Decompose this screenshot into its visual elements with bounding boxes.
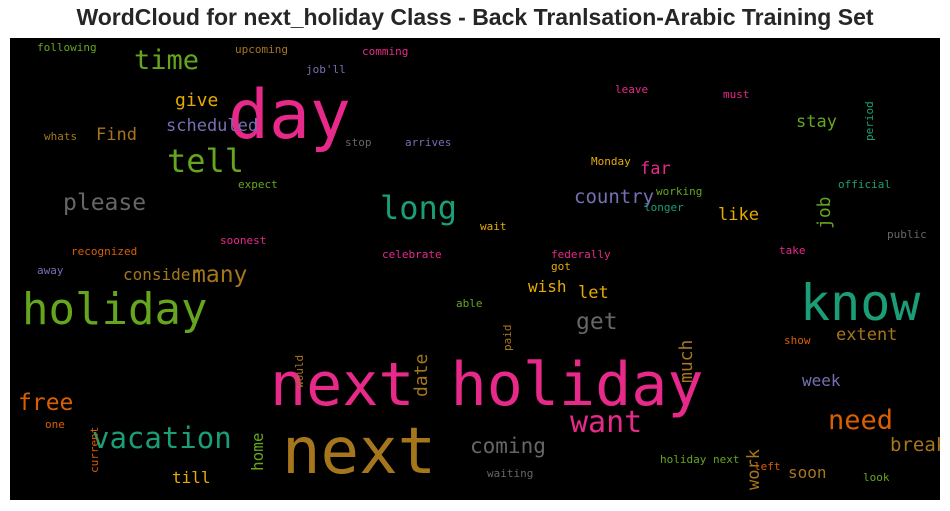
word-must: arrives: [405, 136, 452, 149]
word-give: stay: [796, 112, 837, 132]
word-leave: stop: [345, 136, 372, 149]
word-extent: comming: [362, 45, 409, 58]
word-tell: tell: [167, 142, 245, 180]
word-week: job'll: [306, 63, 346, 76]
word-free: free: [18, 390, 74, 416]
word-scheduled: let: [578, 283, 609, 303]
word-holiday-next: holiday next: [660, 453, 740, 466]
word-whats: Monday: [591, 155, 631, 168]
word-would: far: [640, 159, 671, 179]
word-look: look: [863, 471, 890, 484]
word-home: scheduled: [166, 116, 259, 136]
word-break: job: [814, 196, 835, 229]
word-comming: period: [863, 101, 876, 141]
word-public: got: [551, 260, 571, 273]
word-wait: public: [887, 228, 927, 241]
word-longer: soonest: [220, 234, 267, 247]
word-job: break: [890, 434, 940, 456]
word-federally: celebrate: [382, 248, 442, 261]
word-take: paid: [501, 324, 514, 352]
word-monday: longer: [644, 201, 684, 214]
word-recognized: take: [779, 244, 806, 257]
word-like: week: [802, 371, 841, 390]
chart-title: WordCloud for next_holiday Class - Back …: [76, 4, 874, 30]
word-get: get: [576, 309, 618, 335]
word-work: give: [175, 90, 219, 111]
word-let: till: [172, 468, 211, 487]
word-stay: soon: [788, 463, 827, 482]
word-holiday: holiday: [22, 284, 208, 335]
word-following: leave: [615, 83, 649, 96]
word-far: extent: [836, 325, 898, 345]
word-know: know: [800, 274, 921, 332]
word-waiting: waiting: [487, 467, 534, 480]
word-many: many: [192, 262, 248, 288]
word-date: home: [248, 432, 267, 471]
word-current: like: [718, 205, 759, 225]
word-able: show: [784, 334, 811, 347]
word-till: date: [411, 353, 432, 397]
word-celebrate: away: [37, 264, 64, 277]
word-official: federally: [551, 248, 611, 261]
word-left: left: [754, 460, 781, 473]
word-working: wait: [480, 220, 507, 233]
word-vacation: vacation: [92, 421, 232, 455]
word-one: one: [45, 418, 65, 431]
word-jobll: whats: [44, 130, 78, 143]
word-upcoming: must: [723, 88, 750, 101]
word-got: able: [456, 297, 483, 310]
word-soonest: recognized: [71, 245, 138, 258]
word-away: would: [293, 354, 306, 388]
word-arrives: working: [656, 185, 703, 198]
word-show: current: [88, 426, 101, 473]
word-country: consider: [123, 265, 201, 284]
word-find: wish: [528, 277, 567, 296]
word-soon: much: [676, 339, 697, 383]
word-wish: following: [37, 41, 97, 54]
word-want: want: [570, 405, 643, 440]
word-paid: country: [574, 186, 655, 208]
word-next: next: [282, 415, 437, 489]
word-time: time: [134, 45, 200, 76]
word-expect: official: [838, 178, 891, 191]
word-need: need: [828, 405, 894, 436]
word-period: Find: [96, 125, 137, 145]
word-coming: coming: [470, 434, 546, 458]
word-long: long: [380, 189, 458, 227]
word-cloud: next holiday next day know holiday tell …: [10, 38, 940, 500]
word-stop: expect: [238, 178, 278, 191]
word-consider: upcoming: [235, 43, 288, 56]
word-please: please: [63, 190, 147, 216]
